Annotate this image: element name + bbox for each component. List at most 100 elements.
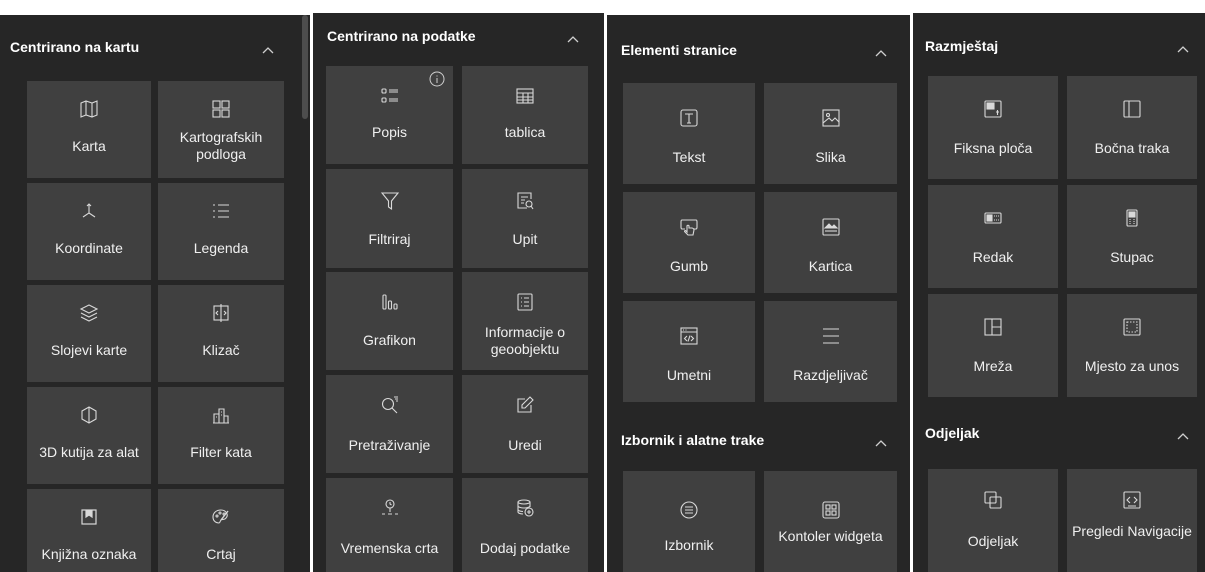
widget-tile-klizac[interactable]: Klizač	[158, 285, 284, 382]
widget-tile-gumb[interactable]: Gumb	[623, 192, 755, 293]
chevron-up-icon[interactable]	[873, 46, 889, 62]
embed-icon	[623, 326, 755, 346]
widget-label: Izbornik	[664, 537, 714, 553]
widget-tile-uredi[interactable]: Uredi	[462, 375, 588, 473]
section-title-menu-toolbars: Izbornik i alatne trake	[621, 432, 765, 448]
widget-tile-razdjeljivac[interactable]: Razdjeljivač	[764, 301, 897, 402]
widget-label: Karta	[72, 138, 106, 154]
chevron-up-icon[interactable]	[1175, 429, 1191, 445]
widget-label: tablica	[504, 124, 546, 140]
widget-tile-grafikon[interactable]: Grafikon	[326, 272, 453, 370]
widget-label: Redak	[972, 249, 1014, 265]
widget-tile-vremenska-crta[interactable]: Vremenska crta	[326, 478, 453, 572]
widget-tile-tekst[interactable]: Tekst	[623, 83, 755, 184]
placeholder-icon	[1067, 317, 1197, 337]
widget-tile-izbornik[interactable]: Izbornik	[623, 471, 755, 572]
widget-label: Filtriraj	[368, 231, 411, 247]
widget-tile-filter-kata[interactable]: Filter kata	[158, 387, 284, 484]
draw-icon	[158, 507, 284, 527]
legend-icon	[158, 201, 284, 221]
button-icon	[623, 217, 755, 237]
table-icon	[462, 86, 588, 106]
widget-tile-filtriraj[interactable]: Filtriraj	[326, 169, 453, 268]
widget-tile-umetni[interactable]: Umetni	[623, 301, 755, 402]
query-icon	[462, 191, 588, 211]
scrollbar-thumb[interactable]	[302, 15, 308, 119]
widget-label: Uredi	[508, 437, 542, 453]
widget-tile-slojevi-karte[interactable]: Slojevi karte	[27, 285, 151, 382]
widget-label: Popis	[371, 124, 408, 140]
widget-tile-popis[interactable]: Popis	[326, 66, 453, 164]
widget-label: Knjižna oznaka	[41, 546, 137, 562]
widget-tile-odjeljak[interactable]: Odjeljak	[928, 469, 1058, 572]
widget-tile-knjizna-oznaka[interactable]: Knjižna oznaka	[27, 489, 151, 572]
widget-label: Pregledi Navigacije	[1072, 523, 1192, 539]
widget-tile-fiksna-ploca[interactable]: Fiksna ploča	[928, 76, 1058, 179]
widget-tile-stupac[interactable]: Stupac	[1067, 185, 1197, 288]
widget-tile-upit[interactable]: Upit	[462, 169, 588, 268]
widget-label: 3D kutija za alat	[39, 444, 139, 460]
bookmark-icon	[27, 507, 151, 527]
add-data-icon	[462, 498, 588, 518]
coordinates-icon	[27, 201, 151, 221]
widget-label: Umetni	[666, 367, 712, 383]
column-icon	[1067, 208, 1197, 228]
panel-page-elements: Elementi stranice Tekst Slika Gumb Karti…	[607, 15, 910, 572]
widget-label: Kartica	[808, 258, 853, 274]
widget-tile-kontoler-widgeta[interactable]: Kontoler widgeta	[764, 471, 897, 572]
chevron-up-icon[interactable]	[565, 32, 581, 48]
floor-filter-icon	[158, 405, 284, 425]
widget-label: Mjesto za unos	[1084, 358, 1180, 374]
widget-tile-pretrazivanje[interactable]: Pretraživanje	[326, 375, 453, 473]
widget-tile-informacije-o-geoobjektu[interactable]: Informacije o geoobjektu	[462, 272, 588, 370]
widget-tile-kartografskih-podloga[interactable]: Kartografskih podloga	[158, 81, 284, 178]
widget-label: Gumb	[669, 258, 709, 274]
chevron-up-icon[interactable]	[260, 43, 276, 59]
widget-tile-legenda[interactable]: Legenda	[158, 183, 284, 280]
widget-tile-3d-kutija[interactable]: 3D kutija za alat	[27, 387, 151, 484]
sidebar-icon	[1067, 99, 1197, 119]
panel-data-centric: Centrirano na podatke Popis tablica Filt…	[313, 13, 604, 572]
widget-tile-mreza[interactable]: Mreža	[928, 294, 1058, 397]
list-icon	[326, 86, 453, 106]
map-icon	[27, 99, 151, 119]
fixed-panel-icon	[928, 99, 1058, 119]
widget-tile-tablica[interactable]: tablica	[462, 66, 588, 164]
section-title-map-centric: Centrirano na kartu	[10, 39, 140, 55]
widget-tile-redak[interactable]: Redak	[928, 185, 1058, 288]
widget-tile-mjesto-za-unos[interactable]: Mjesto za unos	[1067, 294, 1197, 397]
edit-icon	[462, 395, 588, 415]
widget-label: Slojevi karte	[50, 342, 128, 358]
divider-icon	[764, 326, 897, 346]
widget-label: Upit	[512, 231, 538, 247]
swipe-icon	[158, 303, 284, 323]
widget-label: Vremenska crta	[340, 540, 439, 556]
info-icon[interactable]	[429, 71, 445, 87]
widget-tile-koordinate[interactable]: Koordinate	[27, 183, 151, 280]
widget-label: Mreža	[973, 358, 1013, 374]
widget-tile-crtaj[interactable]: Crtaj	[158, 489, 284, 572]
section-title-page-elements: Elementi stranice	[621, 42, 737, 58]
menu-icon	[623, 500, 755, 520]
filter-icon	[326, 191, 453, 211]
grid-icon	[928, 317, 1058, 337]
widget-tile-dodaj-podatke[interactable]: Dodaj podatke	[462, 478, 588, 572]
feature-info-icon	[462, 292, 588, 312]
widget-label: Odjeljak	[967, 533, 1019, 549]
widget-label: Fiksna ploča	[953, 140, 1033, 156]
chevron-up-icon[interactable]	[873, 436, 889, 452]
widget-label: Bočna traka	[1094, 140, 1170, 156]
chart-icon	[326, 292, 453, 312]
widget-label: Stupac	[1110, 249, 1154, 265]
widget-tile-karta[interactable]: Karta	[27, 81, 151, 178]
widget-label: Slika	[815, 149, 846, 165]
widget-tile-bocna-traka[interactable]: Bočna traka	[1067, 76, 1197, 179]
widget-label: Kartografskih podloga	[179, 129, 263, 162]
chevron-up-icon[interactable]	[1175, 42, 1191, 58]
search-icon	[326, 395, 453, 415]
widget-label: Filter kata	[190, 444, 252, 460]
widget-tile-kartica[interactable]: Kartica	[764, 192, 897, 293]
widget-label: Kontoler widgeta	[778, 528, 883, 544]
widget-tile-slika[interactable]: Slika	[764, 83, 897, 184]
widget-tile-pregledi-navigacije[interactable]: Pregledi Navigacije	[1067, 469, 1197, 572]
